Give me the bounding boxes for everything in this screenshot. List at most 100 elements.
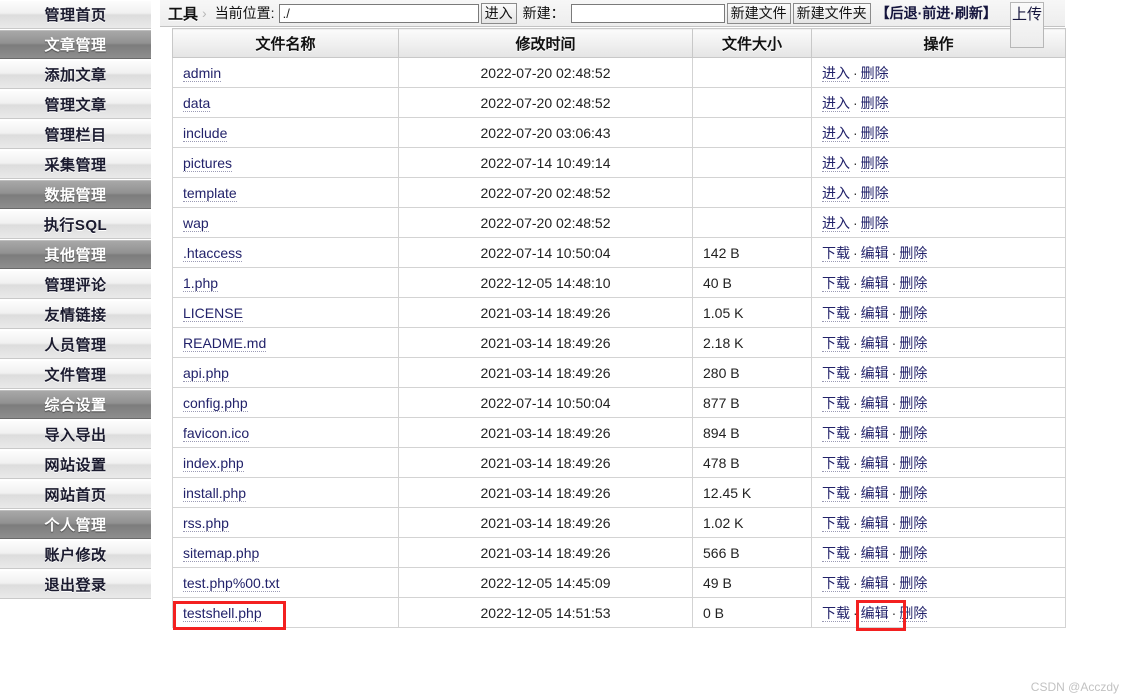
file-name-link[interactable]: README.md xyxy=(183,334,267,352)
action-delete-link[interactable]: 删除 xyxy=(899,364,928,382)
file-name-cell: config.php xyxy=(172,387,399,418)
action-download-link[interactable]: 下载 xyxy=(822,604,850,622)
action-delete-link[interactable]: 删除 xyxy=(899,424,928,442)
file-name-link[interactable]: testshell.php xyxy=(183,604,262,622)
file-name-link[interactable]: template xyxy=(183,184,237,202)
new-item-name-input[interactable] xyxy=(570,3,725,23)
action-edit-link[interactable]: 编辑 xyxy=(860,394,889,412)
action-edit-link[interactable]: 编辑 xyxy=(860,424,889,442)
sidebar-item-19[interactable]: 退出登录 xyxy=(0,570,151,599)
action-edit-link[interactable]: 编辑 xyxy=(860,364,889,382)
file-name-link[interactable]: install.php xyxy=(183,484,247,502)
file-time-cell: 2022-07-14 10:50:04 xyxy=(398,387,693,418)
action-enter-link[interactable]: 进入 xyxy=(822,94,850,112)
action-enter-link[interactable]: 进入 xyxy=(822,184,850,202)
action-enter-link[interactable]: 进入 xyxy=(822,154,850,172)
current-path-input[interactable] xyxy=(278,3,479,23)
action-delete-link[interactable]: 删除 xyxy=(899,394,928,412)
action-delete-link[interactable]: 删除 xyxy=(860,64,889,82)
action-download-link[interactable]: 下载 xyxy=(822,274,850,292)
action-edit-link[interactable]: 编辑 xyxy=(860,514,889,532)
action-edit-link[interactable]: 编辑 xyxy=(860,544,889,562)
action-edit-link[interactable]: 编辑 xyxy=(860,274,889,292)
sidebar-item-1: 文章管理 xyxy=(0,30,151,59)
file-name-link[interactable]: wap xyxy=(183,214,209,232)
action-edit-link[interactable]: 编辑 xyxy=(860,574,889,592)
action-download-link[interactable]: 下载 xyxy=(822,454,850,472)
sidebar-item-18[interactable]: 账户修改 xyxy=(0,540,151,569)
sidebar-item-4[interactable]: 管理栏目 xyxy=(0,120,151,149)
file-name-link[interactable]: api.php xyxy=(183,364,229,382)
action-delete-link[interactable]: 删除 xyxy=(860,124,889,142)
action-delete-link[interactable]: 删除 xyxy=(899,334,928,352)
file-name-link[interactable]: include xyxy=(183,124,228,142)
action-delete-link[interactable]: 删除 xyxy=(899,454,928,472)
enter-path-button[interactable]: 进入 xyxy=(480,2,517,24)
sidebar-item-9[interactable]: 管理评论 xyxy=(0,270,151,299)
action-delete-link[interactable]: 删除 xyxy=(899,304,928,322)
nav-commands-link[interactable]: 【后退·前进·刷新】 xyxy=(876,3,997,23)
action-edit-link[interactable]: 编辑 xyxy=(860,604,889,622)
new-file-button[interactable]: 新建文件 xyxy=(726,2,791,24)
file-name-link[interactable]: admin xyxy=(183,64,222,82)
file-name-link[interactable]: pictures xyxy=(183,154,233,172)
action-download-link[interactable]: 下载 xyxy=(822,364,850,382)
action-delete-link[interactable]: 删除 xyxy=(899,574,928,592)
sidebar-item-10[interactable]: 友情链接 xyxy=(0,300,151,329)
sidebar-item-5[interactable]: 采集管理 xyxy=(0,150,151,179)
upload-button[interactable]: 上传 xyxy=(1010,2,1044,48)
page-root: 管理首页 文章管理 添加文章 管理文章 管理栏目 采集管理 数据管理 执行SQL 其他管理 管理评… xyxy=(0,0,1125,699)
sidebar-item-3[interactable]: 管理文章 xyxy=(0,90,151,119)
file-name-link[interactable]: data xyxy=(183,94,211,112)
file-name-link[interactable]: config.php xyxy=(183,394,248,412)
action-enter-link[interactable]: 进入 xyxy=(822,214,850,232)
action-delete-link[interactable]: 删除 xyxy=(899,484,928,502)
action-delete-link[interactable]: 删除 xyxy=(899,544,928,562)
action-edit-link[interactable]: 编辑 xyxy=(860,304,889,322)
action-download-link[interactable]: 下载 xyxy=(822,244,850,262)
sidebar-item-14[interactable]: 导入导出 xyxy=(0,420,151,449)
action-delete-link[interactable]: 删除 xyxy=(860,94,889,112)
action-download-link[interactable]: 下载 xyxy=(822,334,850,352)
sidebar-item-7[interactable]: 执行SQL xyxy=(0,210,151,239)
action-delete-link[interactable]: 删除 xyxy=(860,154,889,172)
action-delete-link[interactable]: 删除 xyxy=(899,274,928,292)
file-name-link[interactable]: favicon.ico xyxy=(183,424,250,442)
action-edit-link[interactable]: 编辑 xyxy=(860,334,889,352)
file-time-cell: 2022-07-20 02:48:52 xyxy=(398,87,693,118)
file-name-link[interactable]: test.php%00.txt xyxy=(183,574,280,592)
file-name-cell: template xyxy=(172,177,399,208)
file-name-link[interactable]: 1.php xyxy=(183,274,219,292)
action-delete-link[interactable]: 删除 xyxy=(899,604,928,622)
action-download-link[interactable]: 下载 xyxy=(822,574,850,592)
file-name-link[interactable]: .htaccess xyxy=(183,244,243,262)
action-download-link[interactable]: 下载 xyxy=(822,394,850,412)
file-name-link[interactable]: index.php xyxy=(183,454,244,472)
action-download-link[interactable]: 下载 xyxy=(822,544,850,562)
action-delete-link[interactable]: 删除 xyxy=(899,244,928,262)
action-edit-link[interactable]: 编辑 xyxy=(860,244,889,262)
action-delete-link[interactable]: 删除 xyxy=(899,514,928,532)
file-name-link[interactable]: rss.php xyxy=(183,514,229,532)
sidebar-item-2[interactable]: 添加文章 xyxy=(0,60,151,89)
action-edit-link[interactable]: 编辑 xyxy=(860,454,889,472)
action-download-link[interactable]: 下载 xyxy=(822,304,850,322)
file-name-link[interactable]: LICENSE xyxy=(183,304,243,322)
action-delete-link[interactable]: 删除 xyxy=(860,184,889,202)
action-enter-link[interactable]: 进入 xyxy=(822,64,850,82)
table-row: template 2022-07-20 02:48:52 进入 · 删除 xyxy=(172,177,1066,208)
action-edit-link[interactable]: 编辑 xyxy=(860,484,889,502)
action-download-link[interactable]: 下载 xyxy=(822,484,850,502)
sidebar-item-label: 文章管理 xyxy=(44,37,107,54)
sidebar-item-0[interactable]: 管理首页 xyxy=(0,0,151,29)
sidebar-item-15[interactable]: 网站设置 xyxy=(0,450,151,479)
new-folder-button[interactable]: 新建文件夹 xyxy=(792,2,871,24)
sidebar-item-11[interactable]: 人员管理 xyxy=(0,330,151,359)
sidebar-item-12[interactable]: 文件管理 xyxy=(0,360,151,389)
action-delete-link[interactable]: 删除 xyxy=(860,214,889,232)
file-name-link[interactable]: sitemap.php xyxy=(183,544,260,562)
action-download-link[interactable]: 下载 xyxy=(822,514,850,532)
action-download-link[interactable]: 下载 xyxy=(822,424,850,442)
sidebar-item-16[interactable]: 网站首页 xyxy=(0,480,151,509)
action-enter-link[interactable]: 进入 xyxy=(822,124,850,142)
